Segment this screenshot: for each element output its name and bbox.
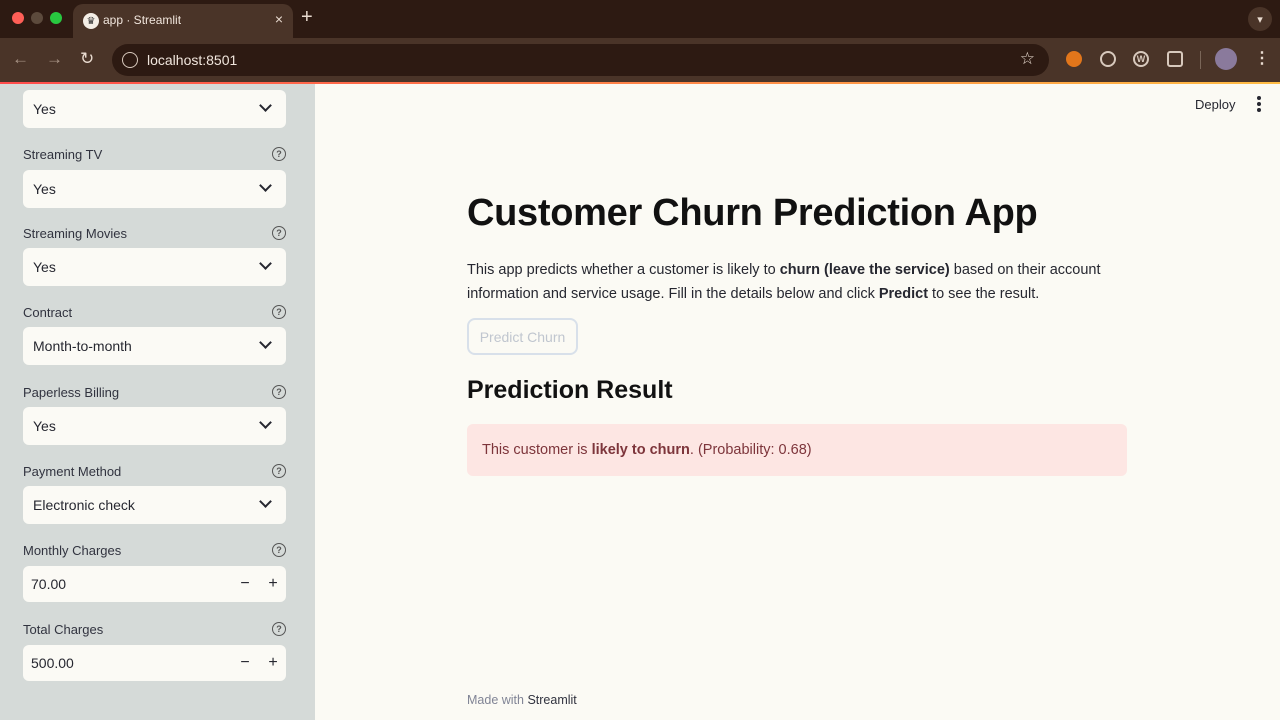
deploy-button[interactable]: Deploy [1195,97,1235,112]
select-streaming-tv[interactable]: Yes [23,170,286,208]
chevron-down-icon [246,407,286,445]
select-previous-field[interactable]: Yes [23,90,286,128]
tab-search-dropdown-icon[interactable]: ▾ [1248,7,1272,31]
intro-bold-predict: Predict [878,286,929,302]
tab-close-icon[interactable]: × [275,11,283,27]
chevron-down-icon [246,170,286,208]
site-info-icon[interactable] [122,52,138,68]
browser-menu-icon[interactable]: ⋮ [1254,48,1270,68]
metamask-extension-icon[interactable] [1066,51,1082,67]
label-total-charges: Total Charges [23,622,104,637]
minimize-window-button[interactable] [31,12,43,24]
number-value[interactable]: 500.00 [31,655,74,671]
select-value: Yes [33,259,56,275]
intro-paragraph: This app predicts whether a customer is … [467,258,1127,306]
select-value: Yes [33,181,56,197]
w-extension-icon[interactable]: W [1133,51,1149,67]
intro-text: This app predicts whether a customer is … [467,262,780,278]
decrement-button[interactable]: − [231,645,259,681]
toolbar-divider [1200,51,1201,69]
decrement-button[interactable]: − [231,566,259,602]
forward-arrow-icon[interactable]: → [46,50,63,68]
label-streaming-movies: Streaming Movies [23,226,128,241]
predict-churn-button[interactable]: Predict Churn [467,318,578,355]
result-text-part: . (Probability: 0.68) [689,442,812,458]
browser-tab[interactable]: ♛ app · Streamlit × [73,4,293,38]
help-icon[interactable]: ? [272,305,286,319]
label-streaming-tv: Streaming TV [23,147,103,162]
monthly-charges-input[interactable]: 70.00 − + [23,566,286,602]
increment-button[interactable]: + [259,566,287,602]
result-text: This customer is likely to churn. (Proba… [482,442,812,458]
help-icon[interactable]: ? [272,543,286,557]
reload-icon[interactable]: ↻ [80,50,94,68]
prediction-result-heading: Prediction Result [467,376,673,404]
label-contract: Contract [23,305,73,320]
footer-made-with: Made with [467,693,528,707]
label-payment-method: Payment Method [23,464,122,479]
profile-avatar[interactable] [1215,48,1237,70]
chevron-down-icon [246,486,286,524]
close-window-button[interactable] [12,12,24,24]
browser-toolbar: ← → ↻ localhost:8501 ☆ W ⋮ [0,38,1280,82]
help-icon[interactable]: ? [272,147,286,161]
help-icon[interactable]: ? [272,464,286,478]
star-icon[interactable]: ☆ [1020,49,1035,69]
help-icon[interactable]: ? [272,385,286,399]
footer-streamlit-link[interactable]: Streamlit [527,693,576,707]
new-tab-button[interactable]: + [301,7,313,27]
result-text-part: This customer is [482,442,592,458]
increment-button[interactable]: + [259,645,287,681]
select-payment-method[interactable]: Electronic check [23,486,286,524]
select-paperless-billing[interactable]: Yes [23,407,286,445]
chevron-down-icon [246,90,286,128]
streamlit-favicon-icon: ♛ [83,13,99,29]
intro-bold-churn: churn (leave the service) [779,262,950,278]
chevron-down-icon [246,327,286,365]
label-monthly-charges: Monthly Charges [23,543,122,558]
select-contract[interactable]: Month-to-month [23,327,286,365]
select-value: Yes [33,418,56,434]
help-icon[interactable]: ? [272,226,286,240]
select-value: Month-to-month [33,338,132,354]
footer: Made with Streamlit [467,693,577,707]
label-paperless-billing: Paperless Billing [23,385,120,400]
app-menu-icon[interactable] [1255,96,1263,114]
url-text[interactable]: localhost:8501 [147,52,237,68]
select-value: Electronic check [33,497,135,513]
extensions-puzzle-icon[interactable] [1167,51,1183,67]
back-arrow-icon[interactable]: ← [12,50,29,68]
result-alert: This customer is likely to churn. (Proba… [467,424,1127,476]
result-bold-likely-to-churn: likely to churn [591,442,690,458]
number-value[interactable]: 70.00 [31,576,66,592]
select-streaming-movies[interactable]: Yes [23,248,286,286]
sidebar: Yes Streaming TV ? Yes Streaming Movies … [0,84,315,720]
intro-text: to see the result. [928,286,1040,302]
maximize-window-button[interactable] [50,12,62,24]
page-title: Customer Churn Prediction App [467,192,1038,234]
tab-title: app · Streamlit [103,13,182,27]
main-content: Deploy Customer Churn Prediction App Thi… [315,84,1280,720]
total-charges-input[interactable]: 500.00 − + [23,645,286,681]
select-value: Yes [33,101,56,117]
help-icon[interactable]: ? [272,622,286,636]
sync-extension-icon[interactable] [1100,51,1116,67]
chevron-down-icon [246,248,286,286]
address-bar[interactable]: localhost:8501 ☆ [112,44,1049,76]
browser-tab-bar: ♛ app · Streamlit × + ▾ [0,0,1280,38]
